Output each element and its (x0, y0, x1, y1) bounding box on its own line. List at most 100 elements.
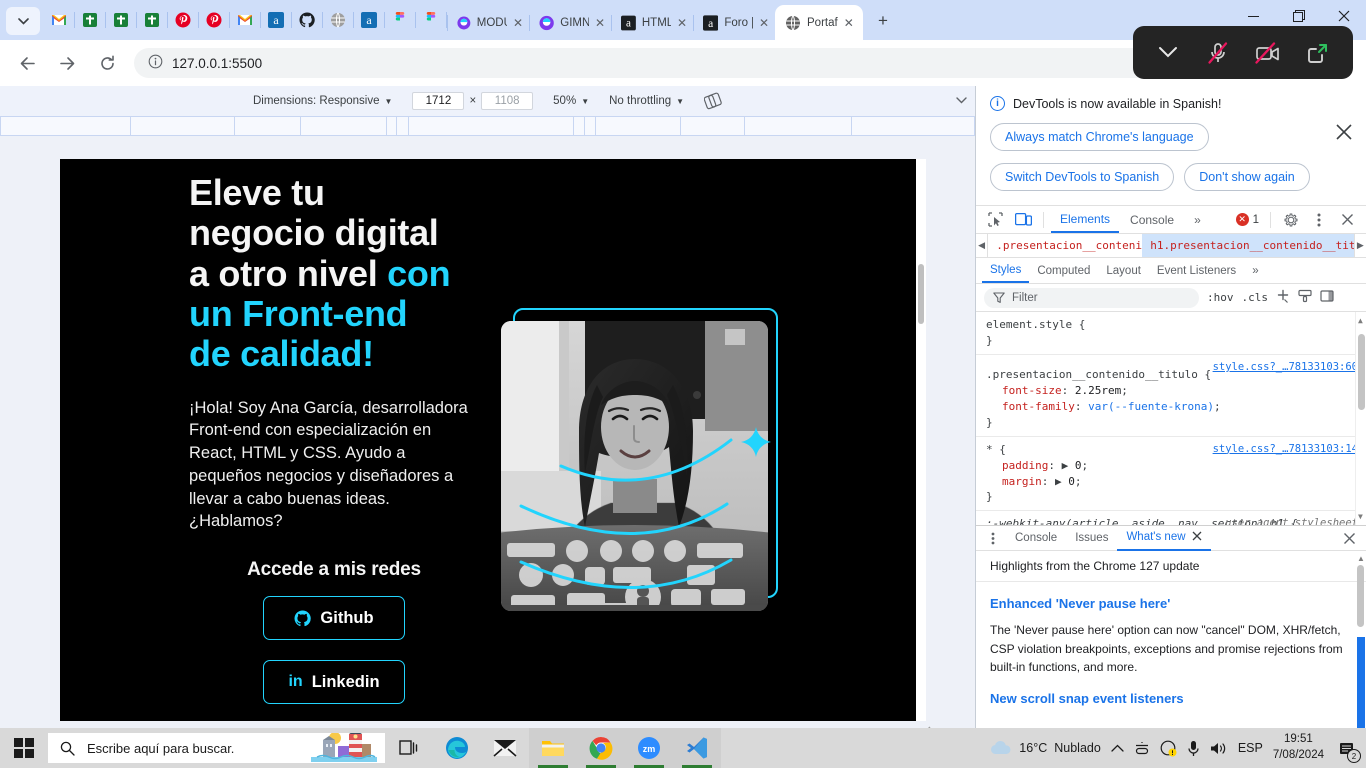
close-icon[interactable] (1334, 122, 1354, 146)
mini-tab-globe[interactable] (323, 0, 353, 40)
styles-filter-input[interactable]: Filter (984, 287, 1199, 308)
forward-icon[interactable] (52, 48, 82, 78)
device-toolbar-icon[interactable] (1010, 208, 1036, 232)
mini-tab-sheets-1[interactable] (75, 0, 105, 40)
task-view-button[interactable] (385, 728, 433, 768)
mini-tab-amazon-2[interactable]: a (354, 0, 384, 40)
rule-property[interactable]: margin: ▶ 0; (986, 474, 1356, 490)
rule-property[interactable]: font-family: var(--fuente-krona); (986, 399, 1356, 415)
style-rule-titulo[interactable]: style.css?_…78133103:60 .presentacion__c… (976, 355, 1366, 437)
microphone-icon[interactable] (1187, 740, 1200, 757)
github-button[interactable]: Github (263, 596, 405, 641)
tab-event-listeners[interactable]: Event Listeners (1149, 258, 1244, 283)
styles-scrollbar[interactable]: ▲ ▼ (1355, 312, 1366, 525)
new-tab-button[interactable]: + (869, 7, 897, 35)
page-scrollbar[interactable] (916, 159, 926, 721)
notifications-button[interactable]: 2 (1334, 735, 1361, 763)
page-viewport[interactable]: Eleve tu negocio digital a otro nivel co… (60, 159, 916, 721)
device-toolbar-more-button[interactable] (956, 96, 967, 106)
mini-tab-github[interactable] (292, 0, 322, 40)
mini-tab-sheets-2[interactable] (106, 0, 136, 40)
close-icon[interactable] (1334, 208, 1360, 232)
linkedin-button[interactable]: in Linkedin (263, 660, 405, 705)
close-icon[interactable]: ✕ (759, 17, 769, 29)
clock[interactable]: 19:51 7/08/2024 (1273, 732, 1324, 763)
mail-button[interactable] (481, 728, 529, 768)
mini-tab-amazon-1[interactable]: a (261, 0, 291, 40)
zoom-button[interactable]: zm (625, 728, 673, 768)
scroll-up-arrow-icon[interactable]: ▲ (1357, 554, 1365, 563)
tab-html[interactable]: a HTML ✕ (611, 6, 693, 40)
tab-elements[interactable]: Elements (1051, 206, 1120, 233)
styles-scrollbar-thumb[interactable] (1358, 334, 1365, 410)
close-icon[interactable]: ✕ (677, 17, 687, 29)
rule-property[interactable]: font-size: 2.25rem; (986, 383, 1356, 399)
breadcrumb-scroll-left[interactable]: ◀ (976, 234, 989, 257)
switch-to-spanish-button[interactable]: Switch DevTools to Spanish (990, 163, 1175, 191)
start-button[interactable] (0, 728, 48, 768)
mini-tab-figma-1[interactable] (385, 0, 415, 40)
computed-styles-icon[interactable] (1298, 289, 1312, 306)
breadcrumb-item-selected[interactable]: h1.presentacion__contenido__titulo (1142, 234, 1354, 257)
toggle-sidebar-icon[interactable] (1320, 289, 1334, 306)
search-input[interactable]: Escribe aquí para buscar. (48, 733, 385, 763)
error-count-badge[interactable]: ✕ 1 (1235, 213, 1263, 226)
viewport-width-input[interactable]: 1712 (412, 92, 465, 110)
style-rule-universal[interactable]: style.css?_…78133103:14 * { padding: ▶ 0… (976, 437, 1366, 512)
info-icon[interactable] (148, 54, 163, 72)
rotate-button[interactable] (694, 92, 732, 110)
rule-source-link[interactable]: style.css?_…78133103:14 (1213, 442, 1358, 457)
tab-gimn[interactable]: GIMN ✕ (529, 6, 611, 40)
viewport-height-input[interactable]: 1108 (481, 92, 534, 110)
scroll-up-arrow-icon[interactable]: ▲ (1358, 316, 1363, 325)
language-indicator[interactable]: ESP (1238, 741, 1263, 755)
more-sidebar-tabs-button[interactable]: » (1244, 258, 1266, 283)
hov-toggle[interactable]: :hov (1207, 291, 1234, 304)
mini-tab-pinterest-1[interactable] (168, 0, 198, 40)
drawer-tab-whats-new[interactable]: What's new (1117, 526, 1211, 551)
whats-new-scrollbar-thumb[interactable] (1357, 565, 1364, 627)
dont-show-again-button[interactable]: Don't show again (1184, 163, 1310, 191)
mini-tab-gmail[interactable] (44, 0, 74, 40)
back-icon[interactable] (12, 48, 42, 78)
whats-new-content[interactable]: Highlights from the Chrome 127 update En… (976, 551, 1366, 741)
edge-button[interactable] (433, 728, 481, 768)
file-explorer-button[interactable] (529, 728, 577, 768)
vscode-button[interactable] (673, 728, 721, 768)
rule-property[interactable]: padding: ▶ 0; (986, 458, 1356, 474)
tab-console[interactable]: Console (1121, 206, 1183, 233)
mini-tab-gmail-2[interactable] (230, 0, 260, 40)
new-style-rule-icon[interactable] (1276, 289, 1290, 306)
drawer-tab-console[interactable]: Console (1006, 526, 1066, 551)
style-rule-element-style[interactable]: element.style { } (976, 312, 1366, 355)
chrome-button[interactable] (577, 728, 625, 768)
tab-foro[interactable]: a Foro | ✕ (693, 6, 775, 40)
drawer-tab-issues[interactable]: Issues (1066, 526, 1117, 551)
close-icon[interactable]: ✕ (513, 17, 523, 29)
drawer-close-icon[interactable] (1336, 526, 1362, 550)
tab-modu[interactable]: MODU ✕ (447, 6, 529, 40)
kebab-icon[interactable] (1306, 208, 1332, 232)
reload-icon[interactable] (92, 48, 122, 78)
mini-tab-sheets-3[interactable] (137, 0, 167, 40)
breadcrumb-scroll-right[interactable]: ▶ (1353, 234, 1366, 257)
tab-portafolio[interactable]: Portaf ✕ (775, 5, 863, 40)
cls-toggle[interactable]: .cls (1242, 291, 1269, 304)
warning-icon[interactable] (1160, 740, 1177, 757)
mini-tab-figma-2[interactable] (416, 0, 446, 40)
microphone-muted-icon[interactable] (1199, 34, 1237, 72)
volume-icon[interactable] (1210, 741, 1228, 756)
rule-source-link[interactable]: style.css?_…78133103:60 (1213, 360, 1358, 375)
camera-muted-icon[interactable] (1249, 34, 1287, 72)
chevron-down-icon[interactable] (1149, 34, 1187, 72)
chevron-up-icon[interactable] (1111, 744, 1124, 753)
share-screen-icon[interactable] (1299, 34, 1337, 72)
weather-widget[interactable]: 16°C Nublado (990, 740, 1101, 756)
scroll-down-arrow-icon[interactable]: ▼ (1358, 512, 1363, 521)
mini-tab-pinterest-2[interactable] (199, 0, 229, 40)
viewport-ruler[interactable] (0, 116, 975, 136)
always-match-language-button[interactable]: Always match Chrome's language (990, 123, 1209, 151)
style-rule-user-agent[interactable]: user agent stylesheet :-webkit-any(artic… (976, 511, 1366, 525)
zoom-select[interactable]: 50% ▼ (543, 95, 599, 107)
breadcrumb-item-parent[interactable]: .presentacion__contenido (988, 234, 1142, 257)
